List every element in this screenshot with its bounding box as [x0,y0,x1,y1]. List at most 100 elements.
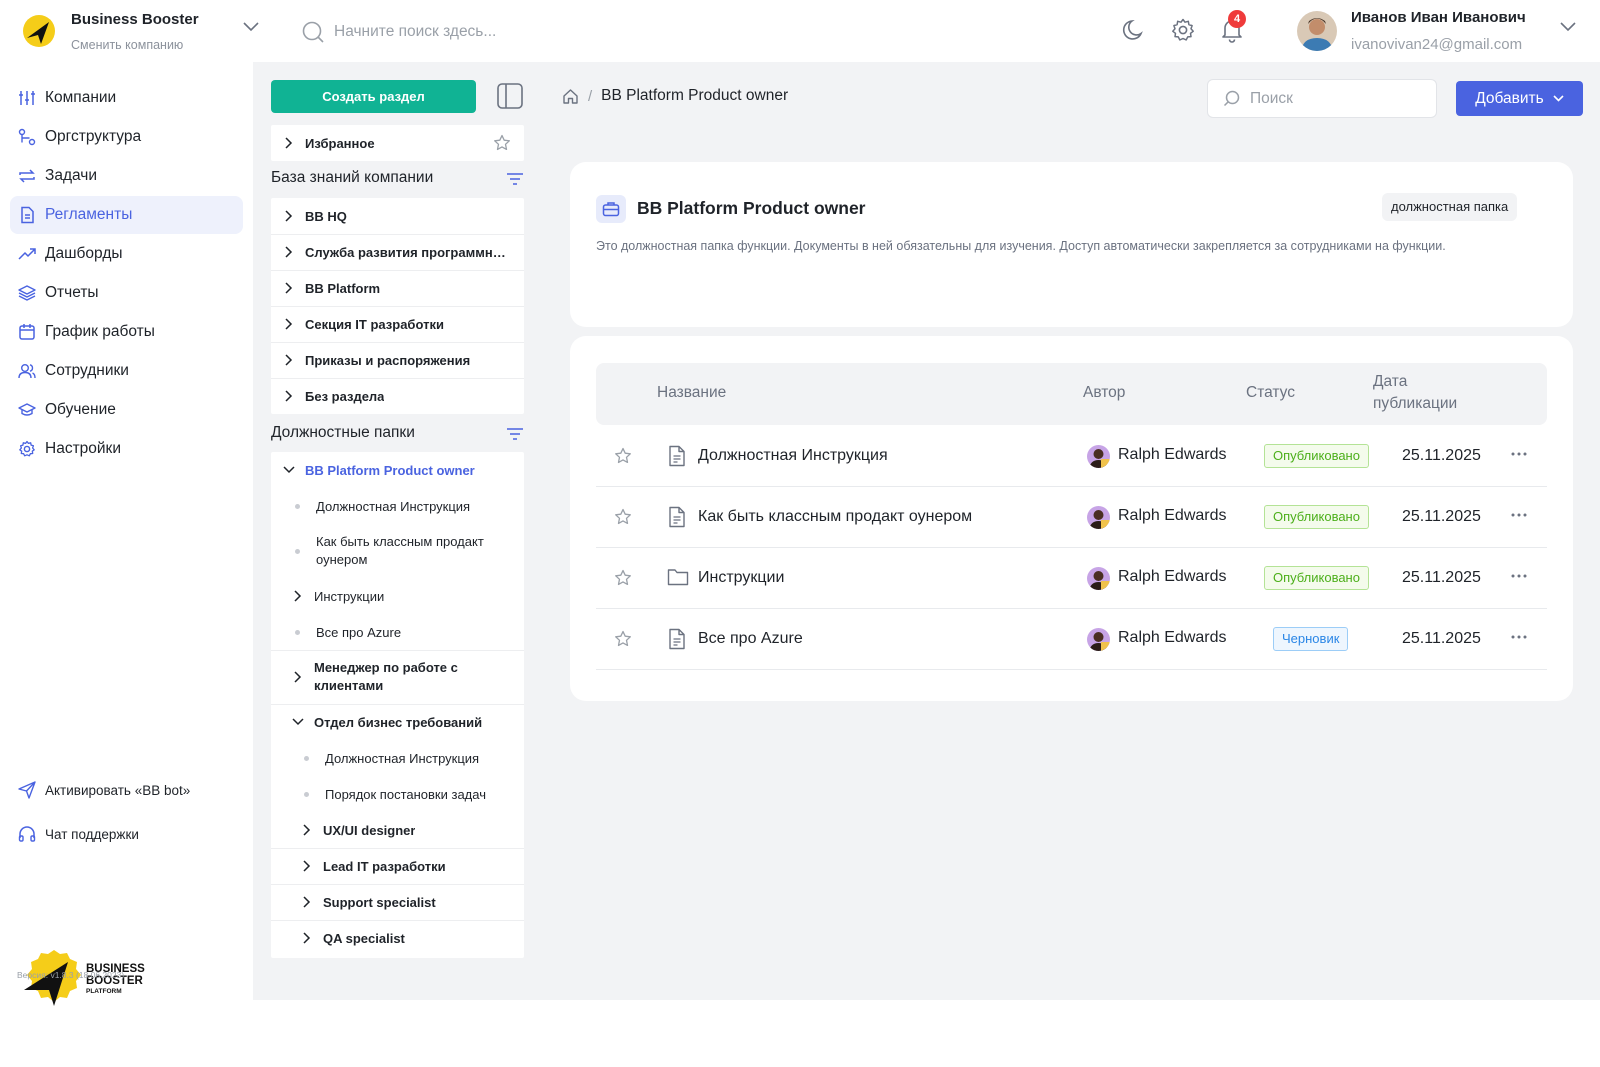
svg-text:PLATFORM: PLATFORM [86,988,122,995]
tree-item[interactable]: Служба развития программного обеспечения [271,234,524,270]
chevron-right-icon [303,896,311,908]
tree-item[interactable]: BB HQ [271,198,524,234]
document-name[interactable]: Как быть классным продакт оунером [698,508,972,526]
user-email: ivanovivan24@gmail.com [1351,36,1523,53]
tree-item[interactable]: BB Platform [271,270,524,306]
tree-item-label: Секция IT разработки [305,316,444,332]
nav-item-settings[interactable]: Настройки [10,430,243,468]
tree-item[interactable]: Менеджер по работе с клиентами [271,650,524,704]
chevron-down-icon [1553,95,1564,102]
company-logo-icon [22,14,56,48]
table-row[interactable]: Инструкции Ralph Edwards Опубликовано 25… [596,547,1547,609]
content-search-input[interactable] [1250,89,1430,108]
add-button[interactable]: Добавить [1456,81,1583,116]
tree-item[interactable]: Инструкции [271,578,524,614]
notification-count-badge: 4 [1228,10,1246,28]
nav-item-tasks[interactable]: Задачи [10,157,243,195]
switch-company-link[interactable]: Сменить компанию [71,38,183,52]
tree-item[interactable]: Должностная Инструкция [271,740,524,776]
tree-item[interactable]: Приказы и распоряжения [271,342,524,378]
nav-item-learning[interactable]: Обучение [10,391,243,429]
knowledge-base-title: База знаний компании [271,169,434,186]
app-version: Версия: v1.8.3 (18.06.2023) [17,970,125,980]
column-name-header[interactable]: Название [657,384,726,402]
global-search[interactable] [302,19,602,45]
author-avatar [1087,628,1110,651]
top-header: Business Booster Сменить компанию 4 Иван… [0,0,1600,62]
nav-item-schedule[interactable]: График работы [10,313,243,351]
star-icon[interactable] [614,630,632,648]
chevron-down-icon [292,718,304,726]
nav-item-orgstructure[interactable]: Оргструктура [10,118,243,156]
nav-item-label: Компании [45,89,117,106]
filter-icon[interactable] [506,172,524,186]
tree-item[interactable]: Порядок постановки задач [271,776,524,812]
more-options-icon[interactable] [1511,452,1527,456]
table-header: Название Автор Статус Дата публикации [596,363,1547,425]
avatar[interactable] [1297,11,1337,51]
more-options-icon[interactable] [1511,513,1527,517]
column-date-header-line2[interactable]: публикации [1373,395,1457,413]
filter-icon[interactable] [506,427,524,441]
more-options-icon[interactable] [1511,635,1527,639]
gear-icon[interactable] [1170,17,1196,43]
tree-item[interactable]: Lead IT разработки [271,848,524,884]
nav-item-reports[interactable]: Отчеты [10,274,243,312]
nav-item-dashboards[interactable]: Дашборды [10,235,243,273]
support-chat-link[interactable]: Чат поддержки [18,825,139,843]
company-name: Business Booster [71,11,199,28]
create-section-button[interactable]: Создать раздел [271,80,476,113]
nav-item-label: Настройки [45,440,122,457]
column-author-header[interactable]: Автор [1083,384,1125,402]
nav-item-label: Оргструктура [45,128,142,145]
more-options-icon[interactable] [1511,574,1527,578]
tree-item[interactable]: Как быть классным продакт оунером [271,524,524,578]
favorites-section[interactable]: Избранное [271,125,524,161]
tree-item[interactable]: UX/UI designer [271,812,524,848]
nav-item-label: Задачи [45,167,98,184]
tree-item-active[interactable]: BB Platform Product owner [271,452,524,488]
left-navigation: Компании Оргструктура Задачи Регламенты … [0,62,253,1006]
tree-item[interactable]: Отдел бизнес требований [271,704,524,740]
activate-bot-link[interactable]: Активировать «BB bot» [18,781,190,799]
document-name[interactable]: Все про Azure [698,630,803,648]
documents-table: Название Автор Статус Дата публикации До… [570,336,1573,701]
tree-item[interactable]: QA specialist [271,920,524,956]
nav-item-label: Отчеты [45,284,99,301]
nav-item-employees[interactable]: Сотрудники [10,352,243,390]
tree-item[interactable]: Без раздела [271,378,524,414]
tree-item-label: Отдел бизнес требований [314,714,483,730]
position-folders-title: Должностные папки [271,424,415,441]
graduation-cap-icon [18,403,36,416]
chevron-down-icon[interactable] [1560,22,1576,32]
star-icon[interactable] [493,134,511,152]
column-date-header-line1[interactable]: Дата [1373,373,1407,391]
star-icon[interactable] [614,569,632,587]
star-icon[interactable] [614,447,632,465]
panel-toggle-icon[interactable] [496,82,524,110]
column-status-header[interactable]: Статус [1246,384,1295,402]
nav-item-regulations[interactable]: Регламенты [10,196,243,234]
table-row[interactable]: Все про Azure Ralph Edwards Черновик 25.… [596,608,1547,670]
tree-item[interactable]: Должностная Инструкция [271,488,524,524]
tree-item-label: Приказы и распоряжения [305,352,471,368]
author-avatar [1087,445,1110,468]
chevron-down-icon[interactable] [243,22,259,32]
tree-item-label: Менеджер по работе с клиентами [314,660,458,693]
document-name[interactable]: Должностная Инструкция [698,447,888,465]
document-name[interactable]: Инструкции [698,569,784,587]
table-row[interactable]: Должностная Инструкция Ralph Edwards Опу… [596,425,1547,487]
moon-icon[interactable] [1121,17,1147,43]
content-search[interactable] [1207,79,1437,118]
tree-item[interactable]: Support specialist [271,884,524,920]
table-row[interactable]: Как быть классным продакт оунером Ralph … [596,486,1547,548]
users-icon [18,364,36,379]
nav-item-companies[interactable]: Компании [10,79,243,117]
tree-item[interactable]: Секция IT разработки [271,306,524,342]
main-content: / BB Platform Product owner Добавить BB … [542,62,1600,1000]
trend-icon [18,248,36,260]
tree-item[interactable]: Все про Azure [271,614,524,650]
star-icon[interactable] [614,508,632,526]
global-search-input[interactable] [334,23,584,41]
home-icon[interactable] [562,88,579,105]
